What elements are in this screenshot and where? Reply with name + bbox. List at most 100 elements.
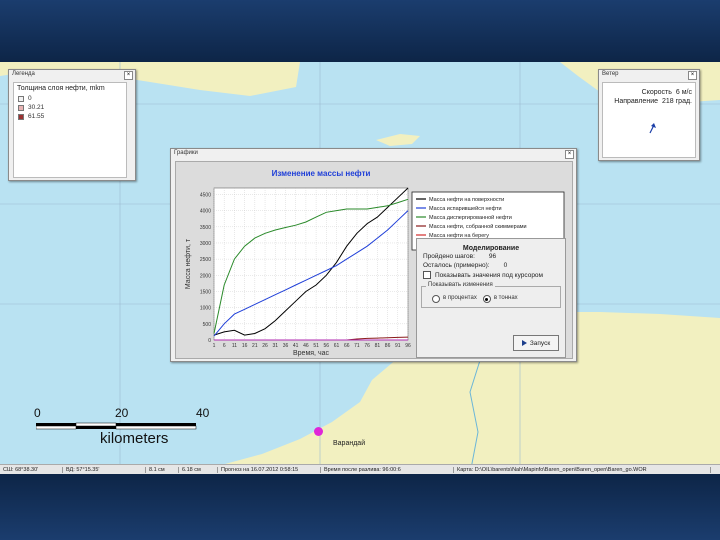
- scale-units: kilometers: [100, 430, 169, 447]
- x-tick-label: 26: [262, 343, 268, 349]
- x-tick-label: 41: [293, 343, 299, 349]
- x-tick-label: 51: [313, 343, 319, 349]
- town-label: Варандай: [333, 440, 366, 447]
- y-tick-label: 3500: [200, 225, 211, 231]
- modeling-title: Моделирование: [462, 245, 520, 252]
- legend-item: 61.55: [14, 112, 126, 121]
- show-values-checkbox[interactable]: [423, 271, 431, 279]
- status-u: 8.1 см: [146, 467, 179, 473]
- x-tick-label: 86: [385, 343, 391, 349]
- scale-tick-20: 20: [115, 406, 129, 420]
- legend-panel: Толщина слоя нефти, mkm 0 30.21 61.55: [13, 82, 127, 178]
- legend-entry-2: Масса испарившейся нефти: [429, 205, 502, 212]
- scale-tick-0: 0: [34, 406, 41, 420]
- left-label: Осталось (примерно):: [423, 262, 490, 269]
- wind-speed-label: Скорость: [641, 89, 672, 96]
- x-tick-label: 16: [242, 343, 248, 349]
- legend-item: 30.21: [14, 103, 126, 112]
- steps-label: Пройдено шагов:: [423, 253, 475, 260]
- left-row: Осталось (примерно): 0: [417, 261, 565, 270]
- x-tick-label: 96: [405, 343, 411, 349]
- wind-arrow-icon: [649, 123, 656, 134]
- scale-tick-40: 40: [196, 406, 210, 420]
- wind-close-button[interactable]: ×: [688, 71, 697, 80]
- steps-row: Пройдено шагов: 96: [417, 252, 565, 261]
- x-tick-label: 6: [223, 343, 226, 349]
- legend-item: 0: [14, 94, 126, 103]
- show-changes-group: Показывать изменения в процентах в тонна…: [421, 282, 561, 308]
- x-tick-label: 31: [272, 343, 278, 349]
- percent-radio-label: в процентах: [443, 295, 477, 301]
- x-tick-label: 21: [252, 343, 258, 349]
- x-tick-label: 46: [303, 343, 309, 349]
- percent-radio[interactable]: [432, 295, 440, 303]
- legend-entry-1: Масса нефти на поверхности: [429, 197, 504, 203]
- y-tick-label: 1000: [200, 306, 211, 312]
- run-button[interactable]: Запуск: [513, 335, 559, 351]
- play-icon: [521, 340, 527, 346]
- chart-window-title: Графики: [174, 150, 198, 156]
- legend-close-button[interactable]: ×: [124, 71, 133, 80]
- x-tick-label: 61: [334, 343, 340, 349]
- status-map-path: Карта: D:\OIL\barents\Nah\Mapinfo\Baren_…: [454, 467, 711, 473]
- status-lat: ВД: 57°15.35': [63, 467, 146, 473]
- left-value: 0: [503, 262, 508, 269]
- legend-item-label: 61.55: [28, 113, 45, 120]
- status-lon: СШ: 68°38.30': [0, 467, 63, 473]
- wind-panel: Скорость 6 м/с Направление 218 град.: [602, 82, 696, 158]
- bottom-band: [0, 474, 720, 540]
- town-marker[interactable]: [314, 427, 323, 436]
- wind-speed-value: 6 м/с: [675, 89, 692, 96]
- x-tick-label: 71: [354, 343, 360, 349]
- legend-entry-4: Масса нефти, собранной скиммерами: [429, 223, 527, 230]
- tons-radio-label: в тоннах: [493, 295, 518, 301]
- legend-heading: Толщина слоя нефти, mkm: [17, 85, 105, 92]
- y-tick-label: 4500: [200, 192, 211, 198]
- x-tick-label: 11: [232, 343, 237, 349]
- show-values-row[interactable]: Показывать значения под курсором: [417, 270, 565, 280]
- show-changes-title: Показывать изменения: [426, 282, 495, 288]
- island: [376, 134, 420, 146]
- x-tick-label: 76: [364, 343, 370, 349]
- y-tick-label: 3000: [200, 241, 211, 247]
- legend-swatch: [18, 104, 24, 111]
- x-tick-label: 56: [324, 343, 330, 349]
- wind-direction-label: Направление: [614, 98, 658, 105]
- y-tick-label: 4000: [200, 209, 211, 215]
- show-changes-options: в процентах в тоннах: [426, 295, 518, 303]
- legend-swatch: [18, 113, 24, 120]
- x-tick-label: 1: [213, 343, 216, 349]
- legend-window[interactable]: Легенда × Толщина слоя нефти, mkm 0 30.21…: [8, 69, 136, 181]
- x-tick-label: 66: [344, 343, 350, 349]
- status-v: 6.18 см: [179, 467, 218, 473]
- wind-direction-value: 218 град.: [662, 98, 692, 105]
- scale-bar: 0 20 40 kilometers: [30, 406, 210, 450]
- show-values-label: Показывать значения под курсором: [435, 271, 544, 279]
- legend-entry-3: Масса диспергированной нефти: [429, 214, 512, 221]
- y-axis-label: Масса нефти, т: [185, 238, 192, 289]
- legend-item-label: 30.21: [28, 104, 45, 111]
- y-tick-label: 1500: [200, 289, 211, 295]
- wind-direction-row: Направление 218 град.: [603, 98, 695, 107]
- run-button-label: Запуск: [529, 339, 551, 347]
- legend-window-title: Легенда: [12, 71, 35, 77]
- modeling-panel: Моделирование Пройдено шагов: 96 Осталос…: [416, 238, 566, 358]
- x-tick-label: 36: [283, 343, 289, 349]
- y-tick-label: 0: [208, 338, 211, 344]
- steps-value: 96: [488, 253, 497, 260]
- chart-window-body: Изменение массы нефти 0 500 1000 1500 2000 250…: [175, 161, 573, 359]
- tons-radio[interactable]: [482, 295, 491, 303]
- y-tick-label: 500: [203, 322, 212, 328]
- y-tick-label: 2500: [200, 257, 211, 263]
- chart-window[interactable]: Графики × Изменение массы нефти 0 500 1000 1…: [170, 148, 577, 362]
- wind-window[interactable]: Ветер × Скорость 6 м/с Направление 218 г…: [598, 69, 700, 161]
- x-tick-label: 81: [375, 343, 381, 349]
- y-tick-label: 2000: [200, 273, 211, 279]
- status-forecast: Прогноз на 16.07.2012 0:58:15: [218, 467, 321, 473]
- x-tick-label: 91: [395, 343, 401, 349]
- status-elapsed: Время после разлива: 96:00:6: [321, 467, 454, 473]
- legend-list: 0 30.21 61.55: [14, 94, 126, 121]
- wind-window-title: Ветер: [602, 71, 619, 77]
- legend-swatch: [18, 95, 24, 102]
- chart-close-button[interactable]: ×: [565, 150, 574, 159]
